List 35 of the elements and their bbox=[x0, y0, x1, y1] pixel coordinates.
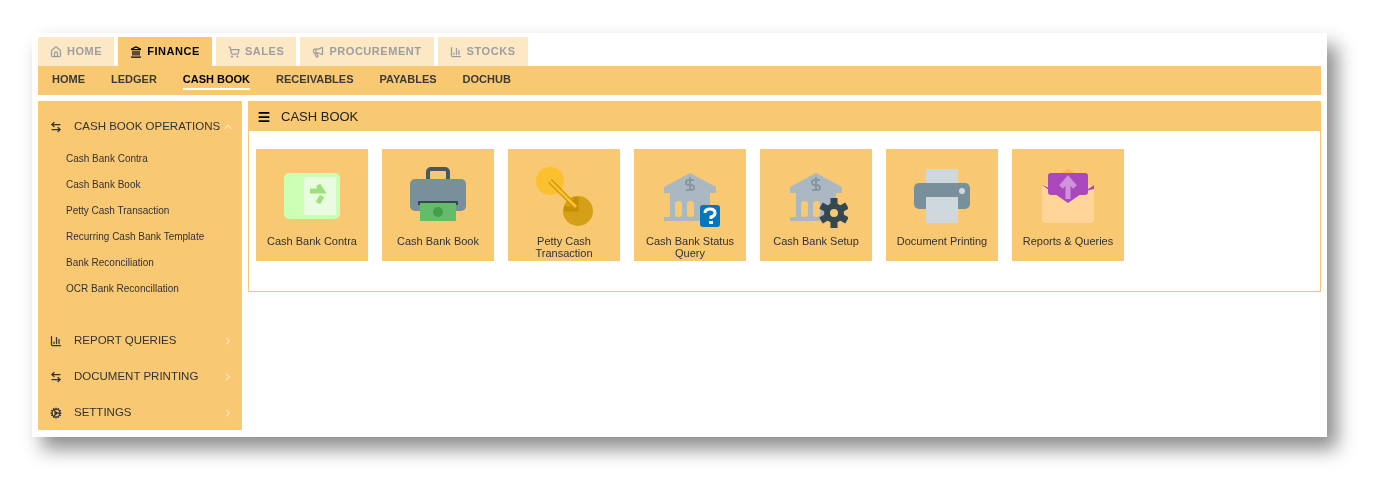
bank-icon bbox=[130, 45, 143, 58]
bar-chart-icon bbox=[50, 335, 62, 347]
sidebar-item[interactable]: Cash Bank Book bbox=[38, 171, 242, 197]
sidebar-item[interactable]: Bank Reconciliation bbox=[38, 249, 242, 275]
menu-icon bbox=[257, 109, 271, 124]
module-tab[interactable]: FINANCE bbox=[118, 37, 212, 66]
sub-nav-link[interactable]: RECEIVABLES bbox=[276, 71, 354, 90]
sidebar-section[interactable]: DOCUMENT PRINTING bbox=[38, 359, 242, 395]
module-tile[interactable]: Cash Bank Status Query bbox=[634, 149, 746, 261]
sidebar-section[interactable]: SETTINGS bbox=[38, 395, 242, 431]
module-tile[interactable]: Cash Bank Contra bbox=[256, 149, 368, 261]
sidebar-item[interactable]: Petty Cash Transaction bbox=[38, 197, 242, 223]
home-icon bbox=[50, 45, 62, 58]
sub-nav-link[interactable]: DOCHUB bbox=[462, 71, 511, 90]
megaphone-icon bbox=[312, 45, 325, 58]
sidebar-item[interactable]: Cash Bank Contra bbox=[38, 145, 242, 171]
sub-nav-link[interactable]: PAYABLES bbox=[379, 71, 437, 90]
panel-title: CASH BOOK bbox=[281, 107, 359, 126]
sidebar-section[interactable]: REPORT QUERIES bbox=[38, 323, 242, 359]
arrows-icon bbox=[50, 371, 62, 383]
module-tile[interactable]: Document Printing bbox=[886, 149, 998, 261]
sidebar-item[interactable]: Recurring Cash Bank Template bbox=[38, 223, 242, 249]
sidebar-section[interactable]: CASH BOOK OPERATIONS bbox=[38, 109, 242, 145]
module-tile[interactable]: Reports & Queries bbox=[1012, 149, 1124, 261]
sidebar-item[interactable]: OCR Bank Reconcillation bbox=[38, 275, 242, 301]
gears-icon bbox=[50, 407, 62, 419]
cart-icon bbox=[227, 45, 240, 58]
sub-nav-link[interactable]: CASH BOOK bbox=[182, 71, 251, 90]
bar-chart-icon bbox=[449, 45, 462, 58]
sub-nav-link[interactable]: LEDGER bbox=[111, 71, 157, 90]
sub-nav-link[interactable]: HOME bbox=[52, 71, 85, 90]
module-tile[interactable]: Cash Bank Setup bbox=[760, 149, 872, 261]
arrows-icon bbox=[50, 121, 62, 133]
module-tile[interactable]: Cash Bank Book bbox=[382, 149, 494, 261]
module-tile[interactable]: Petty Cash Transaction bbox=[508, 149, 620, 261]
